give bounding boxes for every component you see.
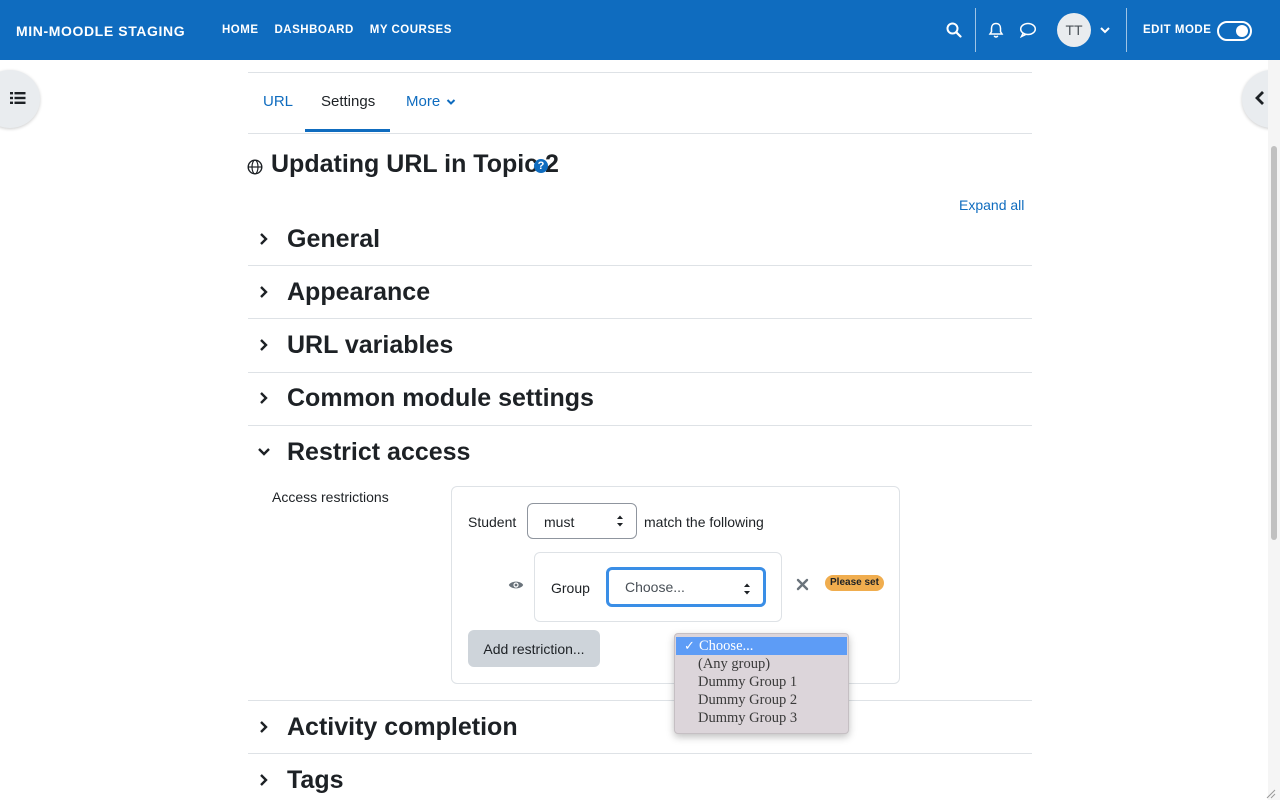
site-brand[interactable]: MIN-MOODLE STAGING xyxy=(16,23,185,39)
group-dropdown-list: ✓ Choose... (Any group) Dummy Group 1 Du… xyxy=(674,633,849,734)
select-arrows-icon xyxy=(744,583,750,595)
page-title: Updating URL in Topic 2 xyxy=(271,150,559,178)
group-label: Group xyxy=(551,580,590,596)
match-suffix-label: match the following xyxy=(644,514,764,530)
add-restriction-button[interactable]: Add restriction... xyxy=(468,630,600,667)
section-appearance[interactable]: Appearance xyxy=(287,278,430,307)
match-select[interactable]: must xyxy=(527,503,637,539)
chevron-right-icon[interactable] xyxy=(257,773,271,792)
tab-more-label: More xyxy=(406,93,441,110)
chat-icon[interactable] xyxy=(1018,20,1038,40)
chevron-right-icon[interactable] xyxy=(257,232,271,251)
toggle-knob xyxy=(1236,25,1248,37)
primary-nav: HOME DASHBOARD MY COURSES xyxy=(222,24,452,36)
dropdown-option-dummy-group-2[interactable]: Dummy Group 2 xyxy=(675,691,848,709)
checkmark-icon: ✓ xyxy=(684,638,695,653)
tab-url[interactable]: URL xyxy=(263,93,293,110)
navbar-divider xyxy=(975,8,976,52)
section-common-module-settings[interactable]: Common module settings xyxy=(287,384,594,413)
dropdown-option-any-group[interactable]: (Any group) xyxy=(675,655,848,673)
dropdown-option-dummy-group-3[interactable]: Dummy Group 3 xyxy=(675,709,848,727)
tab-more[interactable]: More xyxy=(406,93,456,110)
dropdown-option-dummy-group-1[interactable]: Dummy Group 1 xyxy=(675,673,848,691)
divider xyxy=(248,72,1032,73)
chevron-left-icon xyxy=(1254,90,1266,111)
nav-dashboard[interactable]: DASHBOARD xyxy=(275,24,354,36)
option-label: Choose... xyxy=(699,638,754,654)
delete-condition-icon[interactable] xyxy=(796,578,809,596)
chevron-down-icon[interactable] xyxy=(257,445,271,464)
divider xyxy=(248,700,1032,701)
chevron-right-icon[interactable] xyxy=(257,720,271,739)
section-activity-completion[interactable]: Activity completion xyxy=(287,713,518,742)
list-icon xyxy=(10,91,26,110)
divider xyxy=(248,372,1032,373)
divider xyxy=(248,265,1032,266)
divider xyxy=(248,753,1032,754)
edit-mode-toggle[interactable] xyxy=(1217,21,1252,41)
bell-icon[interactable] xyxy=(986,20,1006,40)
help-icon[interactable]: ? xyxy=(534,159,548,173)
dropdown-option-choose[interactable]: ✓ Choose... xyxy=(676,637,847,655)
chevron-right-icon[interactable] xyxy=(257,391,271,410)
divider xyxy=(248,318,1032,319)
nav-my-courses[interactable]: MY COURSES xyxy=(370,24,452,36)
please-set-badge: Please set xyxy=(825,575,884,591)
chevron-down-icon xyxy=(447,99,456,105)
top-navbar: MIN-MOODLE STAGING HOME DASHBOARD MY COU… xyxy=(0,0,1280,60)
tab-settings[interactable]: Settings xyxy=(321,93,375,110)
chevron-down-icon[interactable] xyxy=(1095,20,1115,40)
nav-home[interactable]: HOME xyxy=(222,24,259,36)
edit-mode-label: EDIT MODE xyxy=(1143,24,1212,36)
student-label: Student xyxy=(468,514,517,530)
section-tags[interactable]: Tags xyxy=(287,766,344,795)
section-restrict-access[interactable]: Restrict access xyxy=(287,438,470,467)
match-select-value: must xyxy=(544,514,575,530)
section-general[interactable]: General xyxy=(287,225,380,254)
active-tab-indicator xyxy=(305,129,390,132)
group-select-value: Choose... xyxy=(625,579,685,595)
navbar-divider xyxy=(1126,8,1127,52)
eye-icon[interactable] xyxy=(508,578,524,596)
expand-all-link[interactable]: Expand all xyxy=(959,197,1024,213)
divider xyxy=(248,133,1032,134)
globe-icon xyxy=(247,159,263,180)
user-avatar[interactable]: TT xyxy=(1057,13,1091,47)
search-icon[interactable] xyxy=(944,20,964,40)
access-restrictions-label: Access restrictions xyxy=(272,489,389,505)
resize-grip-icon[interactable] xyxy=(1264,786,1276,800)
divider xyxy=(248,425,1032,426)
chevron-right-icon[interactable] xyxy=(257,338,271,357)
chevron-right-icon[interactable] xyxy=(257,285,271,304)
scrollbar-thumb[interactable] xyxy=(1271,146,1277,540)
group-select[interactable]: Choose... xyxy=(606,567,766,607)
select-arrows-icon xyxy=(617,515,623,527)
course-index-toggle[interactable] xyxy=(0,70,40,128)
section-url-variables[interactable]: URL variables xyxy=(287,331,453,360)
